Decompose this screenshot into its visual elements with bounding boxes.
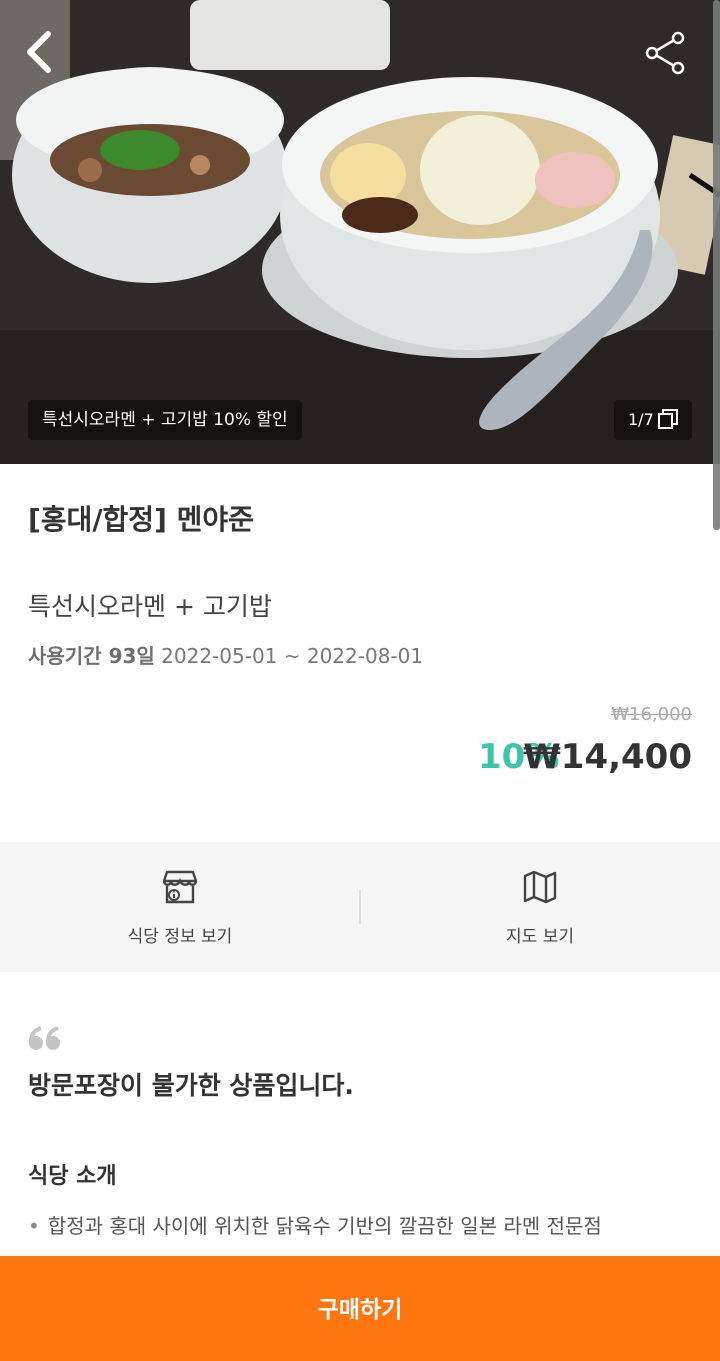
store-info-icon	[162, 870, 198, 904]
image-caption: 특선시오라멘 + 고기밥 10% 할인	[28, 400, 302, 440]
share-button[interactable]	[640, 28, 692, 80]
hero-image[interactable]: 특선시오라멘 + 고기밥 10% 할인 1/7	[0, 0, 720, 464]
map-label: 지도 보기	[506, 927, 574, 947]
usage-period-label: 사용기간 93일	[28, 644, 155, 668]
usage-period-dates: 2022-05-01 ~ 2022-08-01	[161, 644, 424, 668]
chevron-left-icon	[27, 31, 51, 73]
intro-heading: 식당 소개	[28, 1164, 117, 1189]
map-button[interactable]: 지도 보기	[360, 842, 720, 972]
ramen-photo	[0, 0, 720, 464]
restaurant-info-button[interactable]: 식당 정보 보기	[0, 842, 360, 972]
share-icon	[645, 31, 685, 75]
restaurant-title: [홍대/합정] 멘야준	[28, 503, 254, 536]
buy-button[interactable]: 구매하기	[0, 1256, 720, 1361]
image-counter[interactable]: 1/7	[614, 400, 692, 440]
usage-period: 사용기간 93일 2022-05-01 ~ 2022-08-01	[28, 640, 423, 669]
takeout-notice: 방문포장이 불가한 상품입니다.	[28, 1071, 354, 1100]
bullet-icon: •	[28, 1214, 40, 1238]
map-icon	[523, 870, 557, 904]
intro-text: 합정과 홍대 사이에 위치한 닭육수 기반의 깔끔한 일본 라멘 전문점	[47, 1214, 602, 1238]
action-row: 식당 정보 보기 지도 보기	[0, 842, 720, 972]
product-name: 특선시오라멘 + 고기밥	[28, 592, 272, 621]
original-price: ₩16,000	[611, 704, 692, 725]
image-counter-text: 1/7	[628, 410, 654, 429]
scrollbar[interactable]	[713, 0, 720, 530]
gallery-stack-icon	[658, 409, 678, 429]
back-button[interactable]	[18, 24, 66, 80]
quote-mark-icon	[29, 1026, 60, 1050]
intro-list-item: • 합정과 홍대 사이에 위치한 닭육수 기반의 깔끔한 일본 라멘 전문점	[28, 1210, 602, 1239]
restaurant-info-label: 식당 정보 보기	[127, 927, 233, 947]
final-price: ₩14,400	[523, 737, 692, 777]
